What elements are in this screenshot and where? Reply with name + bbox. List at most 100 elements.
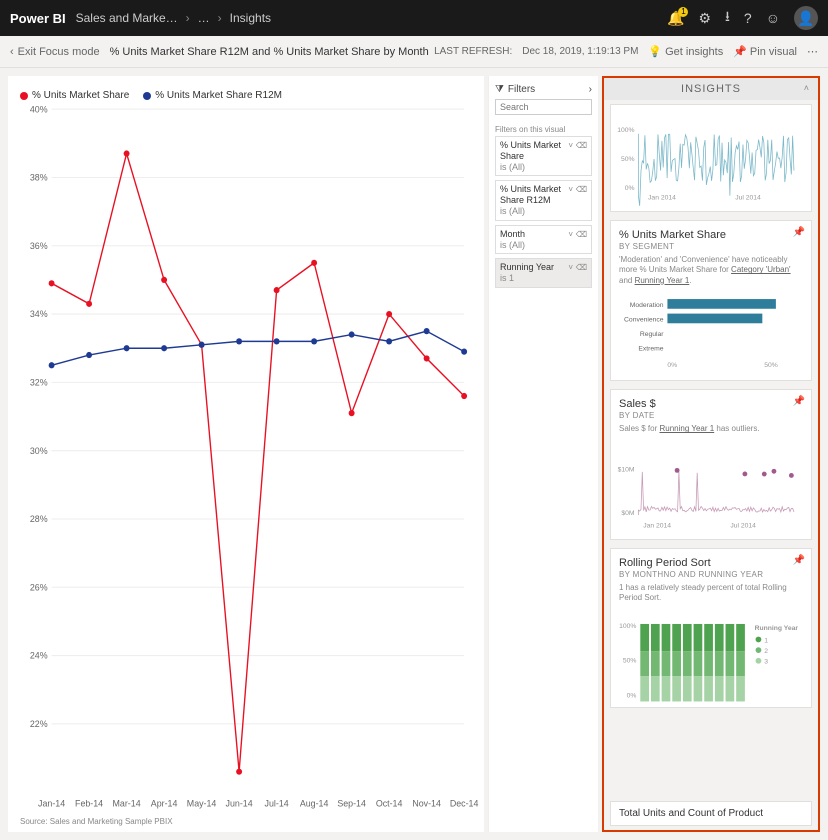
svg-text:Oct-14: Oct-14 [376,799,403,809]
svg-text:Jan-14: Jan-14 [38,799,65,809]
topbar-actions: 🔔1 ⚙ ⭳ ? ☺ 👤 [667,6,818,30]
last-refresh-label: LAST REFRESH: [434,46,512,57]
filter-icon: ⧩ [495,84,504,95]
eraser-icon[interactable]: ⌫ [576,141,587,151]
insights-header[interactable]: INSIGHTS ˄ [604,78,818,100]
svg-text:Running Year: Running Year [755,625,799,632]
card-description: 1 has a relatively steady percent of tot… [619,583,803,604]
more-icon[interactable]: ⋯ [807,45,818,58]
insight-card[interactable]: 100%50%0%Jan 2014Jul 2014 [610,104,812,212]
svg-text:34%: 34% [30,309,48,319]
card-subtitle: BY MONTHNO AND RUNNING YEAR [619,570,803,579]
insight-card[interactable]: 📌 % Units Market Share BY SEGMENT 'Moder… [610,220,812,381]
card-subtitle: BY SEGMENT [619,242,803,251]
svg-text:Moderation: Moderation [630,302,664,309]
card-description: 'Moderation' and 'Convenience' have noti… [619,255,803,286]
pin-icon[interactable]: 📌 [793,555,805,566]
svg-text:36%: 36% [30,241,48,251]
chart-legend: % Units Market Share % Units Market Shar… [20,90,474,101]
eraser-icon[interactable]: ⌫ [576,230,587,240]
pin-visual-button[interactable]: 📌Pin visual [733,45,797,58]
svg-text:50%: 50% [621,156,635,163]
svg-text:3: 3 [764,659,768,666]
svg-text:Jul 2014: Jul 2014 [730,522,756,529]
svg-text:0%: 0% [627,693,637,700]
svg-text:38%: 38% [30,172,48,182]
insights-panel: INSIGHTS ˄ 100% 50% 0% Jan 2014 Jul 2014 📌 %… [602,76,820,832]
svg-text:Jan 2014: Jan 2014 [648,195,676,202]
svg-text:24%: 24% [30,650,48,660]
legend-item: % Units Market Share R12M [143,90,282,101]
filters-header[interactable]: ⧩Filters › [495,84,592,95]
card-title: Rolling Period Sort [619,557,803,569]
exit-focus-button[interactable]: ‹Exit Focus mode [10,46,100,58]
insight-card[interactable]: 📌 Rolling Period Sort BY MONTHNO AND RUN… [610,548,812,709]
svg-text:22%: 22% [30,719,48,729]
mini-stacked-chart: 100%50%0%Running Year123 [619,609,803,699]
filter-search-input[interactable] [495,99,592,115]
svg-text:Regular: Regular [640,331,664,338]
line-chart[interactable]: 40%38%36%34%32%30%28%26%24%22%Jan-14Feb-… [20,105,474,813]
secondary-bar: ‹Exit Focus mode % Units Market Share R1… [0,36,828,68]
mini-bar-chart: ModerationConvenienceRegularExtreme0%50% [619,292,803,372]
get-insights-button[interactable]: 💡Get insights [648,45,723,58]
filter-item[interactable]: % Units Market Shareis (All)˅⌫ [495,136,592,176]
svg-text:32%: 32% [30,377,48,387]
mini-line-chart: $10M $0M Jan 2014 Jul 2014 [619,441,803,531]
svg-text:100%: 100% [619,623,636,630]
top-bar: Power BI Sales and Marke… › … › Insights… [0,0,828,36]
breadcrumb-item[interactable]: Sales and Marke… [76,11,178,25]
avatar[interactable]: 👤 [794,6,818,30]
svg-text:Apr-14: Apr-14 [151,799,178,809]
svg-text:Jan 2014: Jan 2014 [643,522,671,529]
eraser-icon[interactable]: ⌫ [576,185,587,195]
chevron-left-icon: ‹ [10,46,14,58]
chevron-right-icon: › [589,84,592,95]
settings-icon[interactable]: ⚙ [698,10,711,27]
chevron-right-icon: › [186,11,190,25]
lightbulb-icon: 💡 [648,45,662,58]
card-subtitle: BY DATE [619,411,803,420]
insight-card-footer[interactable]: Total Units and Count of Product [610,801,812,826]
svg-text:Jun-14: Jun-14 [226,799,253,809]
eraser-icon[interactable]: ⌫ [576,263,587,273]
source-label: Source: Sales and Marketing Sample PBIX [20,817,474,826]
secondary-actions: LAST REFRESH: Dec 18, 2019, 1:19:13 PM 💡… [434,45,818,58]
card-title: Sales $ [619,398,803,410]
chevron-down-icon: ˅ [568,263,573,273]
feedback-icon[interactable]: ☺ [766,10,780,26]
svg-text:Sep-14: Sep-14 [337,799,366,809]
notifications-icon[interactable]: 🔔1 [667,10,684,27]
svg-text:0%: 0% [625,185,635,192]
chevron-right-icon: › [218,11,222,25]
help-icon[interactable]: ? [744,10,752,26]
svg-text:Jul-14: Jul-14 [265,799,289,809]
svg-text:30%: 30% [30,446,48,456]
breadcrumb-item[interactable]: Insights [230,11,271,25]
svg-text:Feb-14: Feb-14 [75,799,103,809]
svg-text:Aug-14: Aug-14 [300,799,329,809]
pin-icon[interactable]: 📌 [793,227,805,238]
breadcrumb-item[interactable]: … [198,11,210,25]
filter-item[interactable]: Running Yearis 1˅⌫ [495,258,592,288]
svg-text:$0M: $0M [621,510,635,517]
insight-card[interactable]: 📌 Sales $ BY DATE Sales $ for Running Ye… [610,389,812,539]
svg-text:50%: 50% [764,362,778,369]
filters-panel: ⧩Filters › Filters on this visual % Unit… [488,76,598,832]
svg-text:Convenience: Convenience [624,317,664,324]
filter-item[interactable]: % Units Market Share R12Mis (All)˅⌫ [495,180,592,220]
svg-text:100%: 100% [617,127,634,134]
pin-icon[interactable]: 📌 [793,396,805,407]
svg-text:Nov-14: Nov-14 [412,799,441,809]
svg-text:$10M: $10M [618,466,635,473]
insights-body[interactable]: 100% 50% 0% Jan 2014 Jul 2014 📌 % Units Mark… [604,100,818,801]
chevron-down-icon: ˅ [568,185,573,195]
svg-text:26%: 26% [30,582,48,592]
mini-line-chart: 100%50%0%Jan 2014Jul 2014 [619,113,803,203]
filter-item[interactable]: Monthis (All)˅⌫ [495,225,592,255]
breadcrumb: Sales and Marke… › … › Insights [76,11,271,25]
svg-text:1: 1 [764,638,768,645]
svg-text:0%: 0% [667,362,677,369]
svg-text:40%: 40% [30,104,48,114]
download-icon[interactable]: ⭳ [725,6,730,30]
